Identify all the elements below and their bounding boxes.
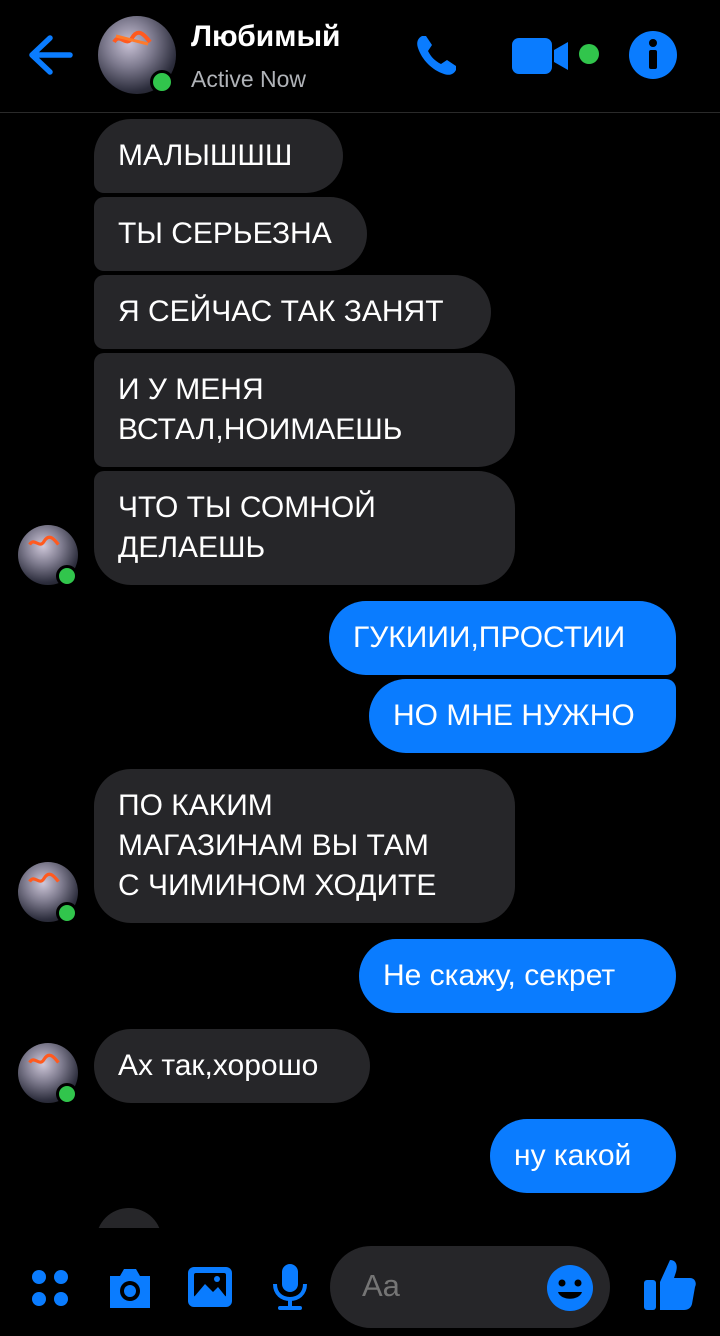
message-received[interactable]: МАЛЫШШШ — [94, 119, 343, 193]
avatar-scribble — [112, 30, 152, 46]
message-received[interactable]: ПО КАКИМ МАГАЗИНАМ ВЫ ТАМ С ЧИМИНОМ ХОДИ… — [94, 769, 515, 923]
message-received[interactable]: Ах так,хорошо — [94, 1029, 370, 1103]
emoji-button[interactable] — [546, 1264, 594, 1312]
gallery-button[interactable] — [187, 1266, 233, 1308]
camera-icon — [110, 1269, 150, 1308]
microphone-icon — [273, 1264, 307, 1310]
arrow-left-icon — [29, 35, 73, 75]
voice-call-button[interactable] — [412, 32, 460, 80]
conversation-info-button[interactable] — [628, 30, 678, 80]
online-status-dot — [56, 1083, 78, 1105]
message-sent[interactable]: Не скажу, секрет — [359, 939, 676, 1013]
message-received[interactable]: ТЫ СЕРЬЕЗНА — [94, 197, 367, 271]
phone-icon — [417, 36, 456, 75]
message-received[interactable]: ЧТО ТЫ СОМНОЙ ДЕЛАЕШЬ — [94, 471, 515, 585]
apps-button[interactable] — [30, 1268, 70, 1308]
video-call-button[interactable] — [510, 36, 574, 76]
message-sent[interactable]: ГУКИИИ,ПРОСТИИ — [329, 601, 676, 675]
grid-dots-icon — [32, 1270, 68, 1306]
thumbs-up-icon — [644, 1260, 696, 1310]
message-input[interactable] — [362, 1268, 532, 1304]
message-sent[interactable]: ну какой — [490, 1119, 676, 1193]
online-status-dot — [150, 70, 174, 94]
avatar-scribble — [28, 872, 60, 883]
camera-button[interactable] — [106, 1266, 154, 1310]
video-camera-icon — [512, 38, 568, 74]
like-button[interactable] — [642, 1256, 698, 1312]
contact-active-status: Active Now — [191, 66, 307, 92]
image-icon — [188, 1267, 232, 1307]
info-icon — [629, 31, 677, 79]
avatar-scribble — [28, 1053, 60, 1064]
back-button[interactable] — [22, 30, 78, 80]
contact-name[interactable]: Любимый — [191, 20, 341, 54]
voice-message-button[interactable] — [270, 1262, 310, 1312]
avatar-scribble — [28, 535, 60, 546]
online-status-dot — [56, 565, 78, 587]
video-active-dot — [579, 44, 599, 64]
online-status-dot — [56, 902, 78, 924]
message-sent[interactable]: НО МНЕ НУЖНО — [369, 679, 676, 753]
chat-header: Любимый Active Now — [0, 0, 720, 113]
message-received[interactable]: И У МЕНЯ ВСТАЛ,НОИМАЕШЬ — [94, 353, 515, 467]
message-received[interactable]: Я СЕЙЧАС ТАК ЗАНЯТ — [94, 275, 491, 349]
smiley-icon — [547, 1265, 593, 1311]
